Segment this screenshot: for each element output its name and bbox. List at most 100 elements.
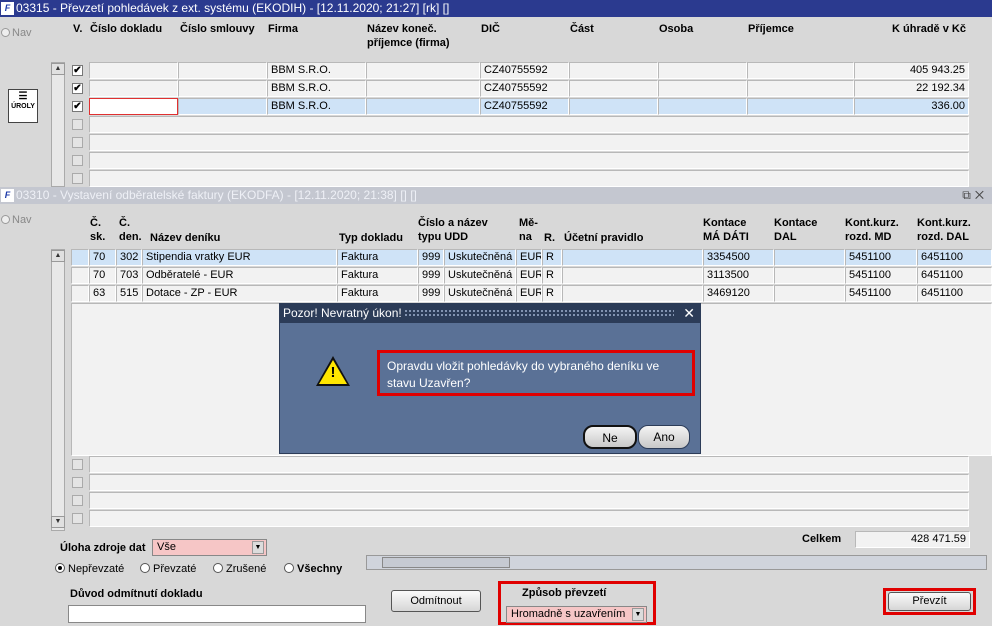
cell-prijemce[interactable] — [747, 80, 854, 97]
row-checkbox[interactable] — [72, 513, 83, 524]
cell-r[interactable]: R — [542, 285, 562, 302]
cell-firma[interactable]: BBM S.R.O. — [267, 62, 366, 79]
empty-row[interactable] — [89, 116, 969, 133]
cell-udd-no[interactable]: 999 — [418, 285, 444, 302]
cell-firma[interactable]: BBM S.R.O. — [267, 98, 366, 115]
row-checkbox[interactable]: ✔ — [72, 65, 83, 76]
radio-neprevzate[interactable]: Nepřevzaté — [55, 563, 124, 575]
horizontal-scrollbar[interactable] — [366, 555, 987, 570]
row-marker[interactable] — [71, 267, 89, 284]
cell-typ[interactable]: Faktura — [337, 285, 418, 302]
row-checkbox[interactable]: ✔ — [72, 83, 83, 94]
empty-row[interactable] — [89, 134, 969, 151]
cell-prijemce[interactable] — [747, 98, 854, 115]
yes-button[interactable]: Ano — [638, 425, 690, 449]
cell-den[interactable]: 515 — [116, 285, 142, 302]
cell-den[interactable]: 302 — [116, 249, 142, 266]
cell-cast[interactable] — [569, 98, 658, 115]
grid1-scrollbar[interactable] — [51, 62, 65, 187]
cell-sk[interactable]: 63 — [89, 285, 116, 302]
cell-typ[interactable]: Faktura — [337, 267, 418, 284]
cell-den[interactable]: 703 — [116, 267, 142, 284]
cell-kurz-dal[interactable]: 6451100 — [917, 249, 992, 266]
cell-udd-no[interactable]: 999 — [418, 267, 444, 284]
chevron-down-icon[interactable]: ▼ — [632, 608, 644, 621]
cell-osoba[interactable] — [658, 62, 747, 79]
empty-row[interactable] — [89, 492, 969, 509]
cell-kurz-md[interactable]: 5451100 — [845, 285, 917, 302]
empty-row[interactable] — [89, 170, 969, 187]
roles-tool-icon[interactable]: ☰ ÚROLY — [8, 89, 38, 123]
empty-row[interactable] — [89, 474, 969, 491]
cell-kurz-dal[interactable]: 6451100 — [917, 285, 992, 302]
cell-kurz-md[interactable]: 5451100 — [845, 267, 917, 284]
chevron-down-icon[interactable]: ▼ — [252, 541, 264, 554]
cell-prijemce-firma[interactable] — [366, 98, 480, 115]
row-checkbox[interactable] — [72, 137, 83, 148]
row-checkbox[interactable] — [72, 173, 83, 184]
row-marker[interactable] — [71, 285, 89, 302]
empty-row[interactable] — [89, 456, 969, 473]
scroll-up-icon[interactable]: ▲ — [51, 63, 65, 75]
row-checkbox[interactable]: ✔ — [72, 101, 83, 112]
scroll-down-icon[interactable]: ▼ — [51, 516, 65, 528]
close-icon[interactable]: ✕ — [683, 304, 695, 323]
cell-osoba[interactable] — [658, 80, 747, 97]
empty-row[interactable] — [89, 510, 969, 527]
row-checkbox[interactable] — [72, 495, 83, 506]
odmitnout-button[interactable]: Odmítnout — [391, 590, 481, 612]
zpusob-select[interactable]: Hromadně s uzavřením ▼ — [506, 606, 647, 623]
cell-amount[interactable]: 336.00 — [854, 98, 969, 115]
no-button[interactable]: Ne — [583, 425, 637, 449]
prevzit-button[interactable]: Převzít — [888, 592, 971, 611]
cell-dic[interactable]: CZ40755592 — [480, 80, 569, 97]
row-marker[interactable] — [71, 249, 89, 266]
cell-nazev[interactable]: Stipendia vratky EUR — [142, 249, 337, 266]
row-checkbox[interactable] — [72, 459, 83, 470]
row-checkbox[interactable] — [72, 477, 83, 488]
cell-udd-name[interactable]: Uskutečněná — [444, 285, 516, 302]
cell-osoba[interactable] — [658, 98, 747, 115]
cell-dic[interactable]: CZ40755592 — [480, 62, 569, 79]
cell-prijemce[interactable] — [747, 62, 854, 79]
duvod-input[interactable] — [68, 605, 366, 623]
cell-dal[interactable] — [774, 285, 845, 302]
nav-toggle[interactable]: Nav — [1, 27, 32, 39]
cell-md[interactable]: 3354500 — [703, 249, 774, 266]
cell-cislo-dokladu[interactable] — [89, 62, 178, 79]
cell-dal[interactable] — [774, 267, 845, 284]
cell-udd-no[interactable]: 999 — [418, 249, 444, 266]
cell-amount[interactable]: 22 192.34 — [854, 80, 969, 97]
radio-prevzate[interactable]: Převzaté — [140, 563, 196, 575]
cell-cislo-smlouvy[interactable] — [178, 80, 267, 97]
row-checkbox[interactable] — [72, 119, 83, 130]
cell-sk[interactable]: 70 — [89, 249, 116, 266]
cell-sk[interactable]: 70 — [89, 267, 116, 284]
cell-kurz-md[interactable]: 5451100 — [845, 249, 917, 266]
scroll-thumb[interactable] — [382, 557, 510, 568]
window-controls-icon[interactable]: ⧉✕ — [962, 187, 988, 204]
cell-nazev[interactable]: Dotace - ZP - EUR — [142, 285, 337, 302]
cell-udd-name[interactable]: Uskutečněná — [444, 267, 516, 284]
cell-r[interactable]: R — [542, 249, 562, 266]
cell-cislo-smlouvy[interactable] — [178, 98, 267, 115]
cell-md[interactable]: 3113500 — [703, 267, 774, 284]
cell-prijemce-firma[interactable] — [366, 80, 480, 97]
cell-cislo-dokladu-focused[interactable] — [89, 98, 178, 115]
cell-mena[interactable]: EUR — [516, 249, 542, 266]
cell-cast[interactable] — [569, 62, 658, 79]
empty-row[interactable] — [89, 152, 969, 169]
cell-typ[interactable]: Faktura — [337, 249, 418, 266]
row-checkbox[interactable] — [72, 155, 83, 166]
cell-cislo-smlouvy[interactable] — [178, 62, 267, 79]
cell-dic[interactable]: CZ40755592 — [480, 98, 569, 115]
cell-mena[interactable]: EUR — [516, 285, 542, 302]
cell-firma[interactable]: BBM S.R.O. — [267, 80, 366, 97]
scroll-up-icon[interactable]: ▲ — [51, 250, 65, 262]
cell-nazev[interactable]: Odběratelé - EUR — [142, 267, 337, 284]
cell-r[interactable]: R — [542, 267, 562, 284]
grid2-scrollbar[interactable] — [51, 249, 65, 531]
cell-pravidlo[interactable] — [562, 267, 703, 284]
cell-cislo-dokladu[interactable] — [89, 80, 178, 97]
nav-toggle[interactable]: Nav — [1, 214, 32, 226]
